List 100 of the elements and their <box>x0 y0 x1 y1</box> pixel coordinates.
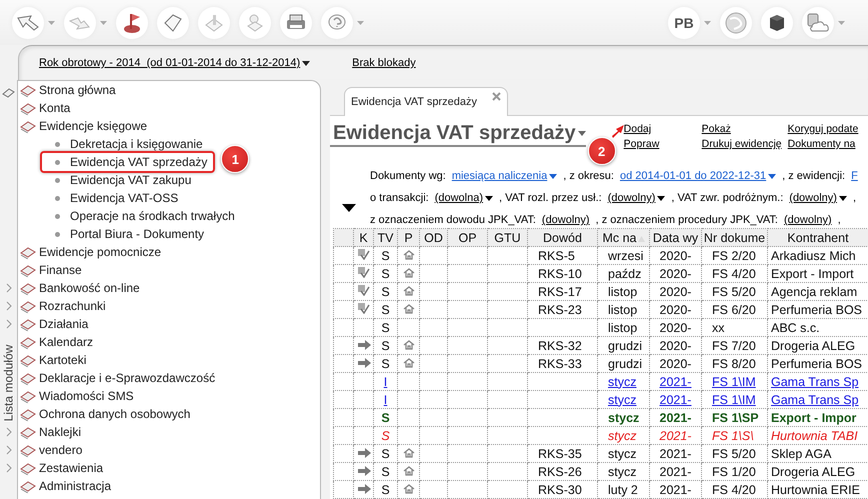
document-number: FS 5/20 <box>712 284 756 298</box>
sidebar-item[interactable]: Działania <box>39 317 88 331</box>
flag-icon[interactable] <box>116 6 148 38</box>
date-cell: 2020- <box>660 248 692 262</box>
type-code: S <box>381 266 390 280</box>
sidebar-item[interactable]: Administracja <box>39 479 112 493</box>
action-link[interactable]: Popraw <box>624 138 702 150</box>
chevron-right-icon[interactable] <box>6 427 12 437</box>
chevron-right-icon[interactable] <box>6 283 12 293</box>
contractor-name: ABC s.c. <box>771 320 820 334</box>
fiscal-year-link[interactable]: Rok obrotowy - 2014 (od 01-01-2014 do 31-12-2014) <box>39 57 310 69</box>
sidebar-item[interactable]: Wiadomości SMS <box>39 389 134 403</box>
user-initials-button[interactable]: PB <box>668 6 700 38</box>
book-icon <box>20 461 36 475</box>
page-icon[interactable] <box>157 6 189 38</box>
filter-dropdown[interactable]: F <box>851 170 858 182</box>
dropdown-caret-icon[interactable] <box>357 20 364 24</box>
filter-dropdown[interactable]: (dowolna) <box>434 192 494 204</box>
document-number: xx <box>712 320 724 334</box>
sidebar-item[interactable]: Finanse <box>39 263 82 277</box>
cube-icon[interactable] <box>761 6 793 38</box>
sidebar-item[interactable]: Zestawienia <box>39 461 104 475</box>
sidebar-item[interactable]: Konta <box>39 101 70 115</box>
help-icon[interactable] <box>321 6 353 38</box>
document-id: RKS-23 <box>538 302 582 316</box>
close-icon[interactable] <box>492 92 501 101</box>
sidebar-item[interactable]: Bankowość on-line <box>39 281 140 295</box>
action-link[interactable]: Dodaj <box>624 123 702 135</box>
chevron-right-icon[interactable] <box>6 463 12 473</box>
month-cell: stycz <box>608 428 636 442</box>
sidebar-item[interactable]: Ewidencje pomocnicze <box>39 245 162 259</box>
bullet-icon <box>55 196 60 200</box>
month-cell: stycz <box>608 446 636 460</box>
action-link[interactable]: Pokaż <box>702 123 788 135</box>
sidebar-item[interactable]: Deklaracje i e-Sprawozdawczość <box>39 371 216 385</box>
sidebar-title[interactable]: Lista modułów <box>2 344 16 422</box>
contractor-name: Export - Impor <box>771 410 856 424</box>
chevron-right-icon[interactable] <box>6 301 12 311</box>
month-cell: grudzi <box>608 356 642 370</box>
column-header[interactable]: P <box>398 228 420 246</box>
sidebar-item[interactable]: Dekretacja i księgowanie <box>70 137 203 151</box>
sidebar-item[interactable]: Kalendarz <box>39 335 94 349</box>
sidebar-item[interactable]: Portal Biura - Dokumenty <box>70 227 204 241</box>
date-cell: 2021- <box>660 446 692 460</box>
filter-label: , VAT rozl. przez usł.: <box>499 192 602 204</box>
filter-dropdown[interactable]: (dowolny) <box>789 192 847 204</box>
column-header[interactable]: Data wy <box>650 228 702 246</box>
type-code: S <box>381 338 390 352</box>
column-header[interactable]: TV <box>374 228 398 246</box>
action-link[interactable]: Koryguj podate <box>788 123 858 135</box>
date-cell: 2021- <box>660 392 692 406</box>
collapse-triangle-icon[interactable] <box>342 204 356 212</box>
database-cloud-icon[interactable] <box>802 6 834 38</box>
lock-status-link[interactable]: Brak blokady <box>352 57 416 69</box>
document-number: FS 1\S\ <box>712 428 754 442</box>
filter-label: , <box>838 214 841 226</box>
book-icon <box>20 353 36 367</box>
tab[interactable]: Ewidencja VAT sprzedaży <box>344 87 508 116</box>
column-header[interactable]: Mc na <box>598 228 650 246</box>
dropdown-caret-icon[interactable] <box>48 20 55 24</box>
filter-dropdown[interactable]: (dowolny) <box>784 214 832 226</box>
sidebar-item[interactable]: Ewidencje księgowe <box>39 119 148 133</box>
column-header[interactable]: GTU <box>488 228 528 246</box>
sidebar-item[interactable]: Kartoteki <box>39 353 86 367</box>
column-header[interactable]: K <box>354 228 374 246</box>
document-id: RKS-17 <box>538 284 582 298</box>
sidebar-item[interactable]: Ewidencja VAT zakupu <box>70 173 192 187</box>
filter-dropdown[interactable]: od 2014-01-01 do 2022-12-31 <box>620 170 776 182</box>
action-link[interactable]: Drukuj ewidencję <box>702 138 788 150</box>
sidebar-item[interactable]: Naklejki <box>39 425 82 439</box>
sidebar-item[interactable]: Ochrona danych osobowych <box>39 407 190 421</box>
column-header[interactable]: OP <box>448 228 488 246</box>
document-id: RKS-10 <box>538 266 582 280</box>
eraser-icon[interactable] <box>2 88 15 98</box>
chevron-right-icon[interactable] <box>6 319 12 329</box>
column-header[interactable]: Nr dokume <box>702 228 768 246</box>
filter-dropdown[interactable]: (dowolny) <box>608 192 666 204</box>
sidebar-item[interactable]: vendero <box>39 443 82 457</box>
dropdown-caret-icon[interactable] <box>838 20 845 24</box>
column-header[interactable]: Dowód <box>528 228 598 246</box>
chevron-right-icon[interactable] <box>6 445 12 455</box>
action-link[interactable]: Dokumenty na <box>788 138 858 150</box>
book-icon <box>20 83 36 97</box>
column-header[interactable]: OD <box>420 228 448 246</box>
book-icon <box>20 479 36 493</box>
filter-dropdown[interactable]: miesiąca naliczenia <box>452 170 558 182</box>
column-header[interactable]: Kontrahent <box>768 228 868 246</box>
sidebar-item[interactable]: Rozrachunki <box>39 299 106 313</box>
dropdown-caret-icon[interactable] <box>704 20 711 24</box>
month-cell: stycz <box>608 374 636 388</box>
type-code: S <box>381 284 390 298</box>
type-code: S <box>381 410 390 424</box>
sidebar-item[interactable]: Operacje na środkach trwałych <box>70 209 235 223</box>
printer-icon[interactable] <box>280 6 312 38</box>
sidebar-item[interactable]: Ewidencja VAT sprzedaży <box>70 155 208 169</box>
filter-dropdown[interactable]: (dowolny) <box>542 214 590 226</box>
dropdown-caret-icon[interactable] <box>100 20 107 24</box>
sidebar-item[interactable]: Ewidencja VAT-OSS <box>70 191 178 205</box>
sidebar-item[interactable]: Strona główna <box>39 83 116 97</box>
view-title[interactable]: Ewidencja VAT sprzedaży <box>330 119 586 147</box>
